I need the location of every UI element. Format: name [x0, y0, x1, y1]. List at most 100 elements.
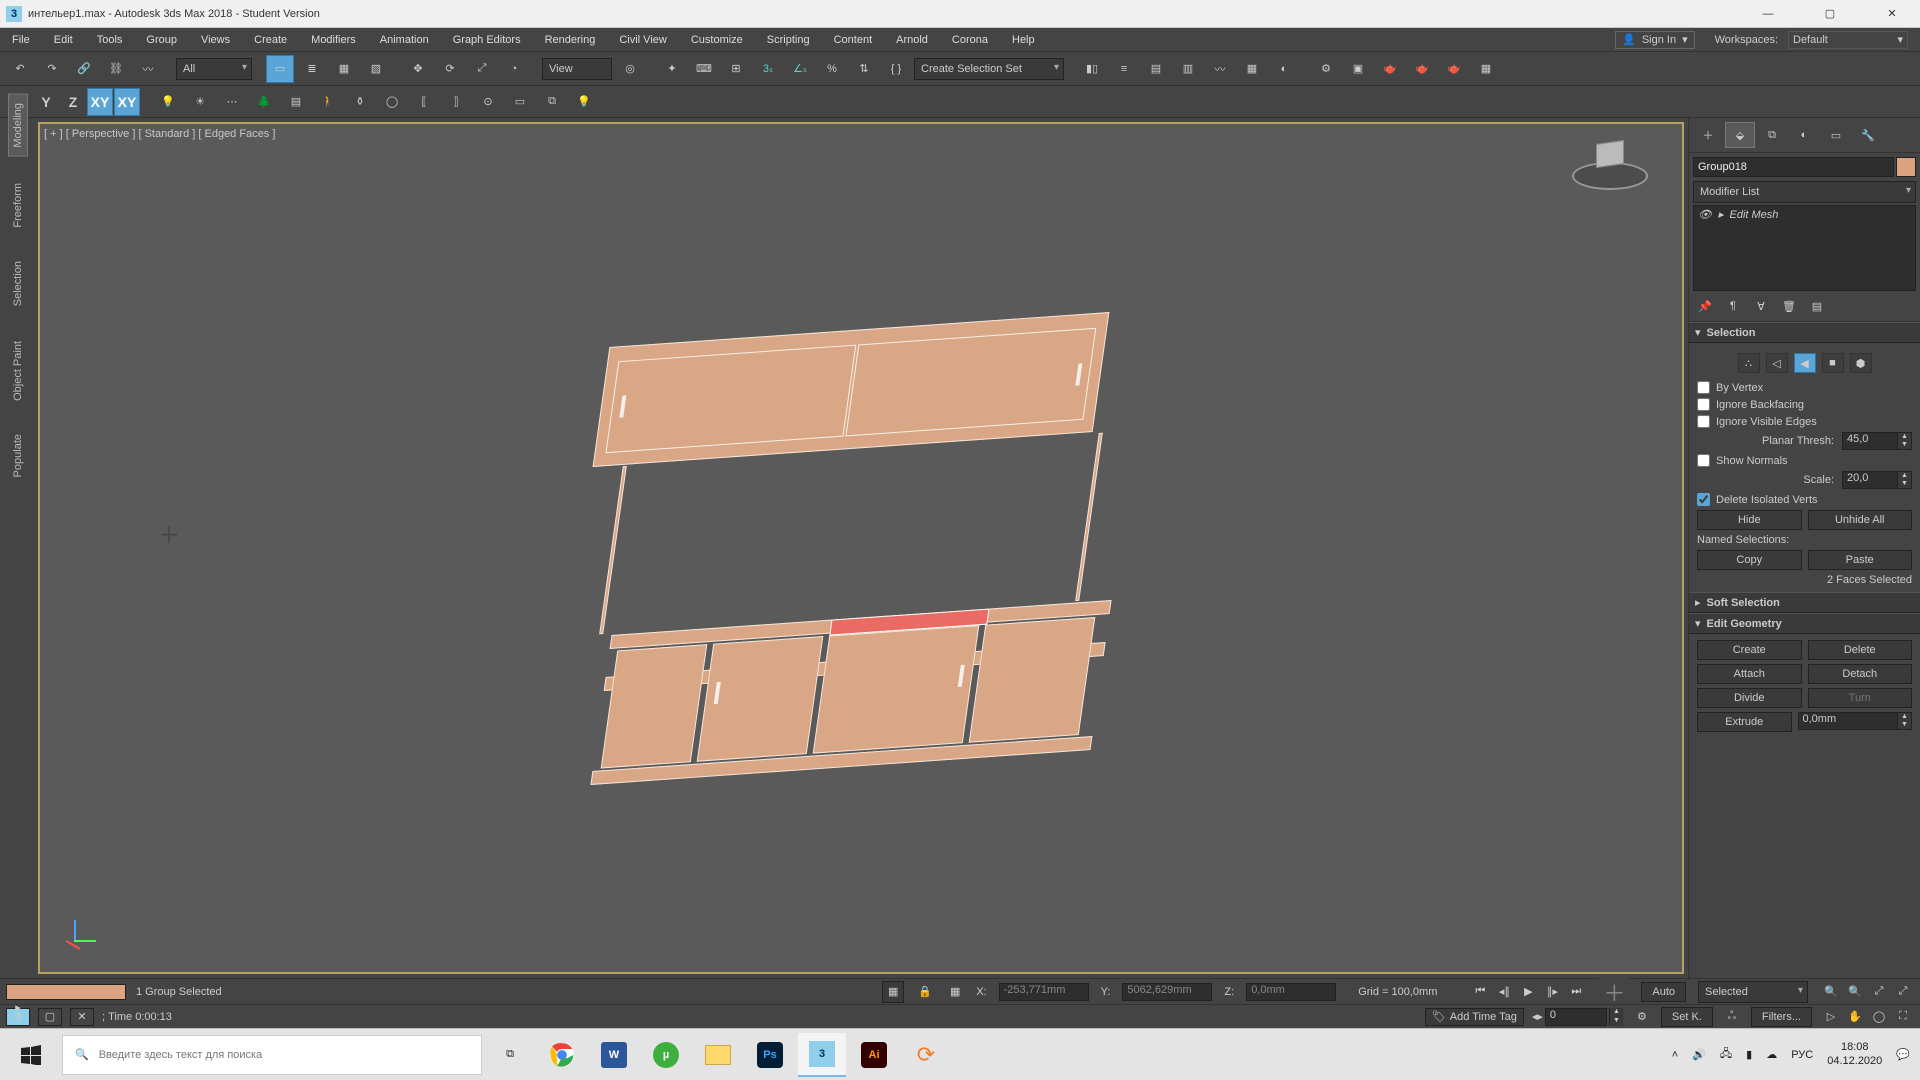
tab-objectpaint[interactable]: Object Paint [9, 333, 27, 409]
hide-button[interactable]: Hide [1697, 510, 1802, 530]
render-setup-button[interactable]: ⚙ [1312, 55, 1340, 83]
tray-overflow-button[interactable]: ˄ [1672, 1049, 1678, 1061]
key-filters-button[interactable]: Filters... [1751, 1007, 1812, 1027]
rollout-editgeometry-header[interactable]: ▾Edit Geometry [1689, 613, 1920, 634]
create-geo-button[interactable]: Create [1697, 640, 1802, 660]
menu-views[interactable]: Views [189, 28, 242, 51]
axis-z[interactable]: Z [60, 88, 86, 116]
expand-icon[interactable]: ▸ [1718, 208, 1724, 221]
select-manipulate-button[interactable]: ✦ [658, 55, 686, 83]
menu-scripting[interactable]: Scripting [755, 28, 822, 51]
object-color-chip[interactable] [1896, 157, 1916, 177]
menu-rendering[interactable]: Rendering [533, 28, 608, 51]
render-activeshade-button[interactable]: 🫖 [1440, 55, 1468, 83]
add-time-tag-button[interactable]: 🏷Add Time Tag [1425, 1008, 1524, 1026]
unlink-button[interactable]: ⛓ [102, 55, 130, 83]
tray-network-icon[interactable]: 🖧 [1720, 1045, 1732, 1064]
person-button[interactable]: 🚶 [314, 88, 342, 116]
rollout-softselection-header[interactable]: ▸Soft Selection [1689, 592, 1920, 613]
key-filters-icon[interactable]: ஃ [1721, 1006, 1743, 1028]
mirror-button[interactable]: ▮▯ [1078, 55, 1106, 83]
menu-grapheditors[interactable]: Graph Editors [441, 28, 533, 51]
prev-frame-button[interactable]: ◂∥ [1493, 981, 1515, 1003]
tab-modeling[interactable]: Modeling [8, 94, 28, 157]
idea-button[interactable]: 💡 [570, 88, 598, 116]
align-button[interactable]: ≡ [1110, 55, 1138, 83]
named-selection-set-dropdown[interactable]: Create Selection Set [914, 58, 1064, 80]
menu-modifiers[interactable]: Modifiers [299, 28, 368, 51]
panel-motion-tab[interactable]: ◐ [1789, 122, 1819, 148]
extrude-amount-field[interactable]: 0,0mm▲▼ [1798, 712, 1913, 730]
placement-button[interactable]: ◔ [500, 55, 528, 83]
taskbar-explorer[interactable] [694, 1033, 742, 1077]
axis-xy[interactable]: XY [87, 88, 113, 116]
configure-sets-button[interactable]: ▤ [1805, 295, 1829, 317]
unhide-all-button[interactable]: Unhide All [1808, 510, 1913, 530]
doc-chip-close[interactable]: ✕ [70, 1008, 94, 1026]
axis-y[interactable]: Y [33, 88, 59, 116]
tray-clock[interactable]: 18:08 04.12.2020 [1827, 1041, 1882, 1067]
bracket-l-button[interactable]: ⟦ [410, 88, 438, 116]
taskbar-illustrator[interactable]: Ai [850, 1033, 898, 1077]
angle-snap-toggle[interactable]: ∠ₛ [786, 55, 814, 83]
select-by-name-button[interactable]: ≣ [298, 55, 326, 83]
viewport-label[interactable]: [ + ] [ Perspective ] [ Standard ] [ Edg… [44, 128, 275, 140]
rollout-selection-header[interactable]: ▾Selection [1689, 322, 1920, 343]
workspaces-dropdown[interactable]: Default ▾ [1788, 31, 1908, 49]
select-region-rect-button[interactable]: ▦ [330, 55, 358, 83]
taskbar-word[interactable]: W [590, 1033, 638, 1077]
open-ribbon-arrow[interactable]: ▸ [15, 1001, 21, 1014]
goto-end-button[interactable]: ⏭ [1565, 981, 1587, 1003]
time-config-button[interactable]: ⚙ [1631, 1006, 1653, 1028]
book-button[interactable]: ▤ [282, 88, 310, 116]
taskbar-search[interactable]: 🔍 Введите здесь текст для поиска [62, 1035, 482, 1075]
tray-battery-icon[interactable]: ▮ [1746, 1048, 1752, 1061]
minimize-button[interactable]: — [1750, 4, 1786, 24]
tray-language[interactable]: РУС [1791, 1049, 1813, 1061]
delete-geo-button[interactable]: Delete [1808, 640, 1913, 660]
bracket-r-button[interactable]: ⟧ [442, 88, 470, 116]
window-crossing-toggle[interactable]: ▧ [362, 55, 390, 83]
sun-button[interactable]: ☀ [186, 88, 214, 116]
subobj-vertex[interactable]: ∴ [1738, 353, 1760, 373]
modifier-stack[interactable]: 👁▸Edit Mesh [1693, 205, 1916, 291]
tray-notifications-icon[interactable]: 💬 [1896, 1048, 1910, 1061]
orbit-button[interactable]: ◯ [1868, 1006, 1890, 1028]
tab-selection[interactable]: Selection [9, 253, 27, 314]
maximize-button[interactable]: ▢ [1812, 4, 1848, 24]
toggle-ribbon-button[interactable]: ▥ [1174, 55, 1202, 83]
fov-button[interactable]: ▷ [1820, 1006, 1842, 1028]
subobj-edge[interactable]: ◁ [1766, 353, 1788, 373]
isolate-toggle[interactable]: ▦ [882, 981, 904, 1003]
subobj-polygon[interactable]: ■ [1822, 353, 1844, 373]
maximize-viewport-button[interactable]: ⛶ [1892, 1006, 1914, 1028]
coord-y-field[interactable]: 5062,629mm [1122, 983, 1212, 1001]
layer-explorer-button[interactable]: ▤ [1142, 55, 1170, 83]
menu-content[interactable]: Content [822, 28, 885, 51]
close-button[interactable]: ✕ [1874, 4, 1910, 24]
undo-button[interactable]: ↶ [6, 55, 34, 83]
axis-xy2[interactable]: XY [114, 88, 140, 116]
select-object-button[interactable]: ▭ [266, 55, 294, 83]
taskbar-3dsmax[interactable]: 3 [798, 1033, 846, 1077]
start-button[interactable] [4, 1033, 58, 1077]
light-button[interactable]: 💡 [154, 88, 182, 116]
menu-file[interactable]: File [0, 28, 42, 51]
by-vertex-checkbox[interactable]: By Vertex [1697, 381, 1912, 394]
show-end-result-button[interactable]: ¶ [1721, 295, 1745, 317]
ignore-backfacing-checkbox[interactable]: Ignore Backfacing [1697, 398, 1912, 411]
bind-spacewarp-button[interactable]: 〰 [134, 55, 162, 83]
curve-editor-button[interactable]: 〰 [1206, 55, 1234, 83]
rotate-button[interactable]: ⟳ [436, 55, 464, 83]
taskbar-utorrent[interactable]: µ [642, 1033, 690, 1077]
percent-snap-toggle[interactable]: % [818, 55, 846, 83]
pin-stack-button[interactable]: 📌 [1693, 295, 1717, 317]
link-button[interactable]: 🔗 [70, 55, 98, 83]
panel-utilities-tab[interactable]: 🔧 [1853, 122, 1883, 148]
normals-scale-field[interactable]: 20,0▲▼ [1842, 471, 1912, 489]
menu-help[interactable]: Help [1000, 28, 1047, 51]
rendered-frame-button[interactable]: ▣ [1344, 55, 1372, 83]
make-unique-button[interactable]: ∀ [1749, 295, 1773, 317]
menu-customize[interactable]: Customize [679, 28, 755, 51]
show-normals-checkbox[interactable]: Show Normals [1697, 454, 1912, 467]
